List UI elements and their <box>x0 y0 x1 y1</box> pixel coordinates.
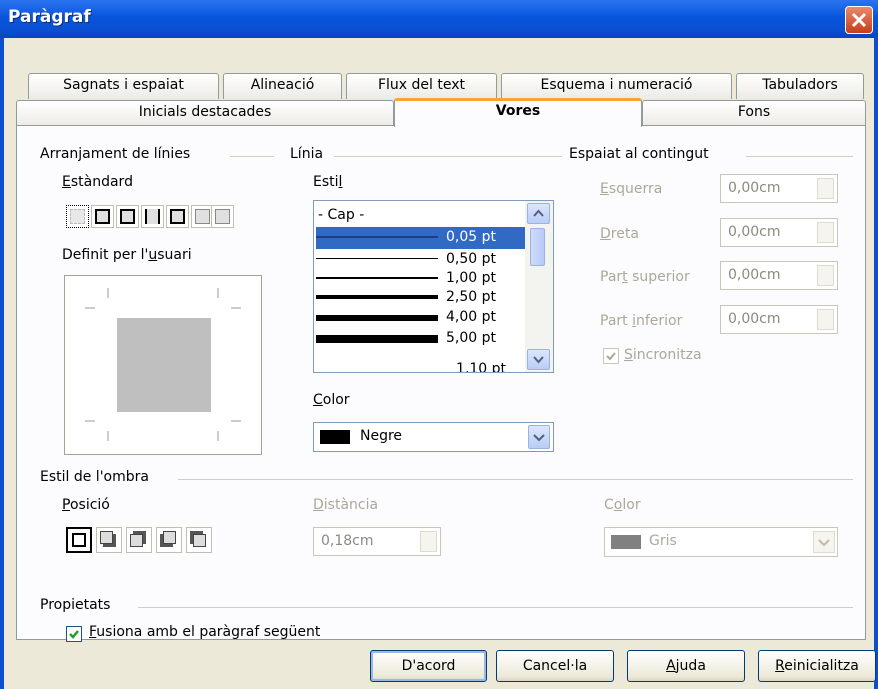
right-label: Dreta <box>600 226 639 242</box>
color-label: Color <box>313 392 350 408</box>
tab-text-flow[interactable]: Flux del text <box>346 73 497 99</box>
shadow-bottom-left[interactable] <box>156 527 182 553</box>
left-spacing-field[interactable]: 0,00cm <box>720 174 838 203</box>
tab-tabs[interactable]: Tabuladors <box>736 73 864 99</box>
separator <box>178 479 853 480</box>
merge-label: Fusiona amb el paràgraf següent <box>89 624 321 640</box>
top-label: Part superior <box>600 269 690 285</box>
window-frame-right <box>874 38 878 689</box>
properties-header: Propietats <box>40 597 111 613</box>
shadow-color-label: Color <box>604 497 641 513</box>
preset-left-right[interactable] <box>141 205 164 228</box>
preset-box[interactable] <box>91 205 114 228</box>
line-color-dropdown[interactable]: Negre <box>313 422 554 452</box>
chevron-down-icon <box>533 434 545 442</box>
sync-label: Sincronitza <box>624 347 702 363</box>
shadow-top-right[interactable] <box>126 527 152 553</box>
list-item[interactable]: 5,00 pt <box>316 328 534 350</box>
top-spacing-field[interactable]: 0,00cm <box>720 261 838 290</box>
scroll-thumb[interactable] <box>530 228 545 266</box>
position-label: Posició <box>62 497 110 513</box>
list-item[interactable]: 0,05 pt <box>316 227 534 249</box>
chevron-down-icon <box>818 539 830 547</box>
separator <box>230 156 274 157</box>
help-button[interactable]: Ajuda <box>627 650 745 682</box>
dropdown-button[interactable] <box>528 425 550 449</box>
separator <box>334 156 562 157</box>
user-defined-preview[interactable] <box>64 275 262 455</box>
color-swatch <box>320 430 350 444</box>
right-spacing-field[interactable]: 0,00cm <box>720 218 838 247</box>
window-title: Paràgraf <box>8 7 91 27</box>
close-button[interactable] <box>845 6 873 34</box>
preset-inner[interactable] <box>211 205 234 228</box>
preset-box-shadow[interactable] <box>116 205 139 228</box>
sync-checkbox[interactable] <box>603 348 619 364</box>
check-icon <box>69 630 79 639</box>
color-swatch <box>611 535 641 549</box>
check-icon <box>606 352 616 361</box>
shadow-none[interactable] <box>66 527 92 553</box>
left-label: Esquerra <box>600 181 663 197</box>
line-arrangement-header: Arranjament de línies <box>40 146 191 162</box>
tab-borders[interactable]: Vores <box>394 98 642 127</box>
shadow-bottom-right[interactable] <box>96 527 122 553</box>
list-item[interactable]: 2,50 pt <box>316 287 534 309</box>
shadow-color-dropdown[interactable]: Gris <box>604 527 838 557</box>
chevron-up-icon <box>533 209 544 217</box>
default-label: Estàndard <box>62 174 133 190</box>
separator <box>138 607 853 608</box>
line-style-scrollbar[interactable] <box>525 201 553 372</box>
list-item[interactable]: - Cap - <box>316 205 534 227</box>
tab-outline-numbering[interactable]: Esquema i numeració <box>501 73 732 99</box>
shadow-distance-field[interactable]: 0,18cm <box>313 527 441 556</box>
list-item[interactable]: 4,00 pt <box>316 307 534 329</box>
separator <box>746 156 853 157</box>
shadow-header: Estil de l'ombra <box>40 469 149 485</box>
title-bar <box>0 0 878 38</box>
shadow-color-value: Gris <box>649 533 677 549</box>
cancel-button[interactable]: Cancel·la <box>496 650 614 682</box>
dropdown-button[interactable] <box>813 531 835 553</box>
preset-top-bottom[interactable] <box>166 205 189 228</box>
tab-drop-caps[interactable]: Inicials destacades <box>16 100 394 126</box>
user-defined-label: Definit per l'usuari <box>62 247 192 263</box>
shadow-top-left[interactable] <box>186 527 212 553</box>
preset-none[interactable] <box>66 205 89 228</box>
list-item[interactable]: 1,10 pt <box>316 351 534 372</box>
ok-button[interactable]: D'acord <box>370 650 487 682</box>
reset-button[interactable]: Reinicialitza <box>758 650 876 682</box>
merge-checkbox[interactable] <box>66 626 82 642</box>
line-style-list[interactable]: - Cap - 0,05 pt 0,50 pt 1,00 pt 2,50 pt … <box>313 200 554 373</box>
spacing-header: Espaiat al contingut <box>569 146 709 162</box>
style-label: Estil <box>313 174 343 190</box>
window-frame-left <box>0 38 4 689</box>
close-icon <box>851 12 867 28</box>
distance-label: Distància <box>313 497 379 513</box>
scroll-up-button[interactable] <box>527 203 550 224</box>
preview-paragraph-area <box>117 318 211 412</box>
chevron-down-icon <box>533 356 544 364</box>
line-header: Línia <box>290 146 324 162</box>
bottom-spacing-field[interactable]: 0,00cm <box>720 305 838 334</box>
tab-background[interactable]: Fons <box>642 100 866 126</box>
line-color-value: Negre <box>360 428 403 444</box>
tab-alignment[interactable]: Alineació <box>223 73 342 99</box>
tab-indents-spacing[interactable]: Sagnats i espaiat <box>28 73 219 99</box>
bottom-label: Part inferior <box>600 313 683 329</box>
scroll-down-button[interactable] <box>527 349 550 370</box>
